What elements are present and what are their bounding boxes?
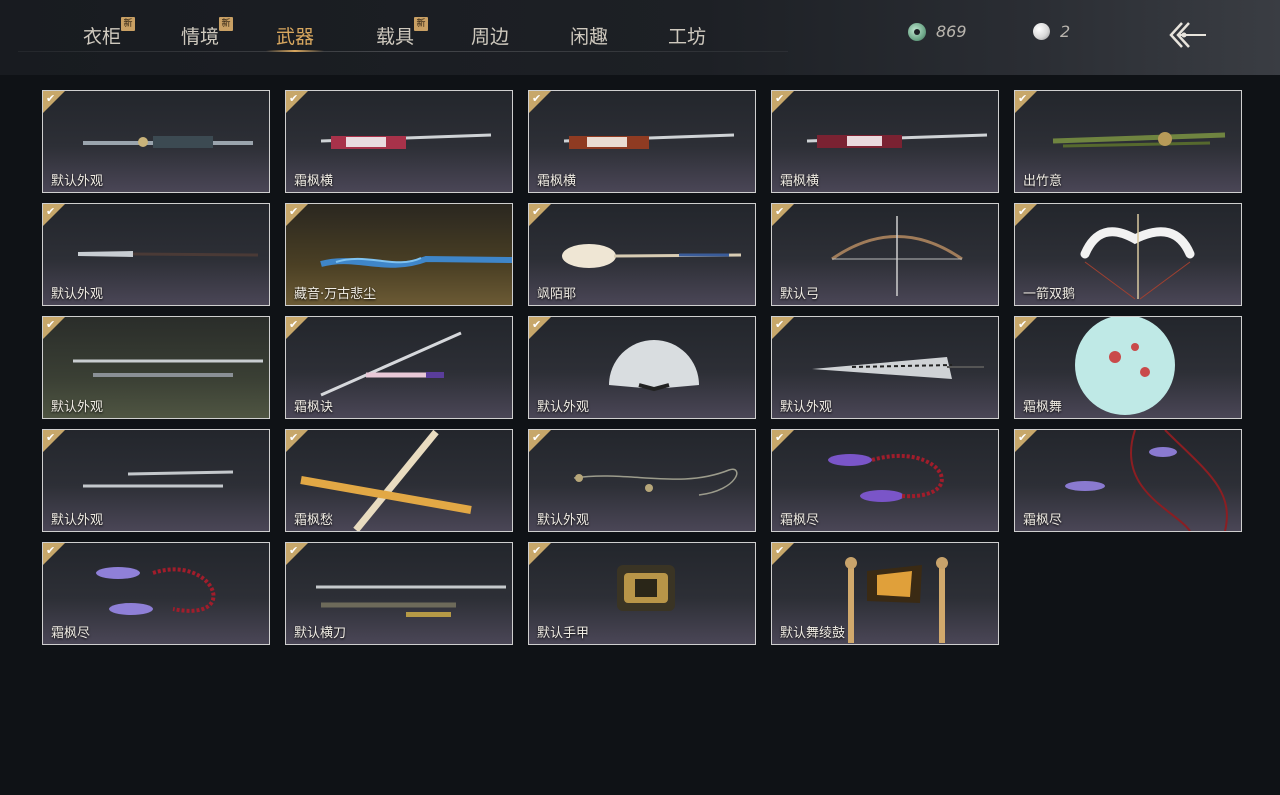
weapon-card[interactable]: ✔ 默认外观 <box>42 203 270 306</box>
card-label: 霜枫愁 <box>294 513 334 528</box>
card-label: 飒陌耶 <box>537 287 577 302</box>
tab-weapons[interactable]: 武器 <box>266 22 325 52</box>
jade-coin-icon <box>908 22 926 41</box>
weapon-card[interactable]: ✔ 霜枫愁 <box>285 429 513 532</box>
pearl-icon <box>1033 23 1050 40</box>
new-badge: 新 <box>414 17 429 31</box>
card-label: 霜枫横 <box>780 174 820 189</box>
card-label: 藏音·万古悲尘 <box>294 287 377 302</box>
weapon-card[interactable]: ✔ 默认舞绫鼓 <box>771 542 999 645</box>
active-tab-underline <box>266 50 325 52</box>
jade-currency: 869 <box>908 22 967 41</box>
weapon-card[interactable]: ✔ 默认横刀 <box>285 542 513 645</box>
card-label: 默认横刀 <box>294 626 347 641</box>
tab-workshop[interactable]: 工坊 <box>668 22 706 49</box>
pearl-amount: 2 <box>1060 22 1071 41</box>
weapon-card[interactable]: ✔ 霜枫横 <box>528 90 756 193</box>
tab-label: 闲趣 <box>570 26 609 48</box>
card-label: 出竹意 <box>1023 174 1063 189</box>
weapon-card[interactable]: ✔ 默认手甲 <box>528 542 756 645</box>
weapon-card[interactable]: ✔ 霜枫舞 <box>1014 316 1242 419</box>
weapon-card[interactable]: ✔ 出竹意 <box>1014 90 1242 193</box>
card-label: 默认外观 <box>537 400 590 415</box>
tab-label: 情境 <box>181 26 220 48</box>
tab-label: 载具 <box>376 26 415 48</box>
weapon-card[interactable]: ✔ 霜枫尽 <box>1014 429 1242 532</box>
card-label: 霜枫横 <box>537 174 577 189</box>
card-label: 默认外观 <box>51 287 104 302</box>
tab-divider-line <box>18 51 788 52</box>
card-label: 默认手甲 <box>537 626 590 641</box>
weapon-card[interactable]: ✔ 一箭双鹅 <box>1014 203 1242 306</box>
pearl-currency: 2 <box>1033 22 1070 41</box>
weapon-card[interactable]: ✔ 默认外观 <box>42 316 270 419</box>
card-label: 默认外观 <box>780 400 833 415</box>
tab-vehicles[interactable]: 载具 新 <box>376 17 429 49</box>
tab-label: 工坊 <box>668 26 707 48</box>
back-button[interactable] <box>1166 17 1210 53</box>
tab-leisure[interactable]: 闲趣 <box>570 22 608 49</box>
new-badge: 新 <box>219 17 234 31</box>
card-label: 霜枫尽 <box>1023 513 1063 528</box>
weapon-card[interactable]: ✔ 霜枫诀 <box>285 316 513 419</box>
weapon-card[interactable]: ✔ 默认外观 <box>42 90 270 193</box>
tab-label: 武器 <box>276 26 315 48</box>
weapon-card[interactable]: ✔ 霜枫横 <box>771 90 999 193</box>
jade-amount: 869 <box>936 22 967 41</box>
card-label: 霜枫尽 <box>51 626 91 641</box>
tab-label: 周边 <box>471 26 510 48</box>
card-label: 霜枫诀 <box>294 400 334 415</box>
weapon-card[interactable]: ✔ 飒陌耶 <box>528 203 756 306</box>
tab-label: 衣柜 <box>83 26 122 48</box>
weapon-card[interactable]: ✔ 默认外观 <box>771 316 999 419</box>
weapon-card[interactable]: ✔ 默认弓 <box>771 203 999 306</box>
card-label: 霜枫横 <box>294 174 334 189</box>
card-label: 霜枫尽 <box>780 513 820 528</box>
tab-peripherals[interactable]: 周边 <box>471 22 509 49</box>
card-label: 默认舞绫鼓 <box>780 626 846 641</box>
card-label: 霜枫舞 <box>1023 400 1063 415</box>
new-badge: 新 <box>121 17 136 31</box>
weapon-card[interactable]: ✔ 默认外观 <box>528 429 756 532</box>
weapon-card[interactable]: ✔ 霜枫尽 <box>42 542 270 645</box>
card-label: 默认外观 <box>537 513 590 528</box>
weapon-card[interactable]: ✔ 藏音·万古悲尘 <box>285 203 513 306</box>
weapon-card[interactable]: ✔ 霜枫尽 <box>771 429 999 532</box>
card-label: 默认外观 <box>51 513 104 528</box>
tab-wardrobe[interactable]: 衣柜 新 <box>83 17 136 49</box>
tab-scenario[interactable]: 情境 新 <box>181 17 234 49</box>
back-arrow-icon <box>1169 22 1206 48</box>
weapon-card[interactable]: ✔ 默认外观 <box>42 429 270 532</box>
card-label: 一箭双鹅 <box>1023 287 1076 302</box>
weapon-card[interactable]: ✔ 默认外观 <box>528 316 756 419</box>
card-label: 默认外观 <box>51 174 104 189</box>
card-label: 默认外观 <box>51 400 104 415</box>
card-label: 默认弓 <box>780 287 820 302</box>
weapon-card[interactable]: ✔ 霜枫横 <box>285 90 513 193</box>
